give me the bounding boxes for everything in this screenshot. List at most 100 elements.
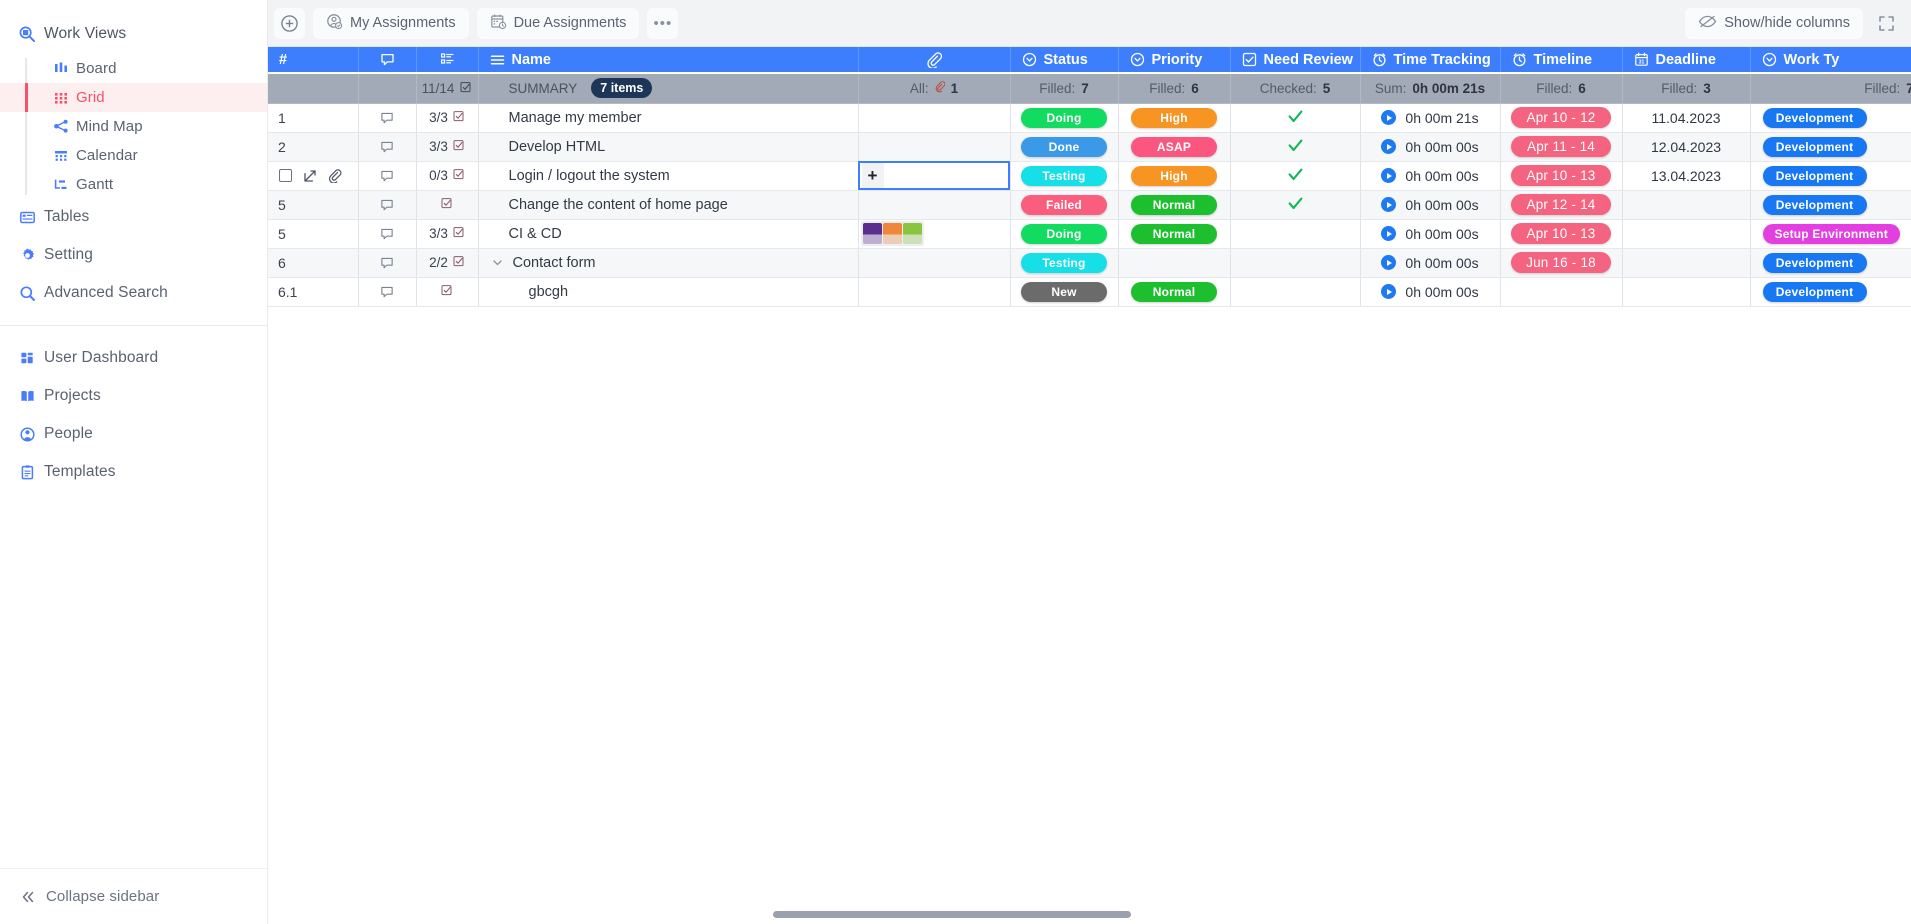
table-row[interactable]: 1 3/3 Manage my member Doing High 0h 00m 21s A… [268, 103, 1911, 133]
cell-time-tracking[interactable]: 0h 00m 00s [1360, 190, 1501, 220]
column-header-attachment[interactable] [858, 47, 1011, 74]
priority-badge[interactable]: High [1131, 107, 1217, 128]
status-badge[interactable]: Testing [1021, 252, 1107, 273]
cell-attachment[interactable] [858, 103, 1011, 133]
cell-name[interactable]: CI & CD [478, 219, 859, 249]
work-type-badge[interactable]: Development [1762, 165, 1867, 186]
start-timer-button[interactable] [1381, 255, 1397, 270]
sidebar-item-tables[interactable]: Tables [0, 199, 267, 235]
cell-status[interactable]: Done [1010, 132, 1119, 162]
cell-time-tracking[interactable]: 0h 00m 00s [1360, 219, 1501, 249]
fullscreen-button[interactable] [1871, 8, 1901, 38]
work-type-badge[interactable]: Development [1762, 281, 1867, 302]
comment-icon[interactable] [380, 198, 394, 212]
table-row[interactable]: 2 3/3 Develop HTML Done ASAP 0h 00m 00s Apr 11… [268, 132, 1911, 162]
cell-timeline[interactable]: Apr 10 - 12 [1500, 103, 1623, 133]
cell-attachment[interactable] [858, 248, 1011, 278]
need-review-check-icon[interactable] [1288, 110, 1303, 126]
priority-badge[interactable]: Normal [1131, 281, 1217, 302]
start-timer-button[interactable] [1381, 284, 1397, 299]
sidebar-item-advanced-search[interactable]: Advanced Search [0, 275, 267, 311]
summary-subtask[interactable]: 11/14 [416, 73, 479, 104]
cell-deadline[interactable] [1622, 277, 1751, 307]
chevron-down-icon[interactable] [491, 256, 504, 269]
cell-status[interactable]: Failed [1010, 190, 1119, 220]
cell-num[interactable]: 2 [268, 132, 359, 162]
cell-time-tracking[interactable]: 0h 00m 00s [1360, 132, 1501, 162]
cell-need-review[interactable] [1230, 190, 1361, 220]
sidebar-item-templates[interactable]: Templates [0, 454, 267, 490]
subtask-progress[interactable]: 2/2 [429, 255, 465, 270]
column-header-need-review[interactable]: Need Review [1230, 47, 1361, 74]
priority-badge[interactable]: High [1131, 165, 1217, 186]
cell-name[interactable]: gbcgh [478, 277, 859, 307]
work-type-badge[interactable]: Development [1762, 252, 1867, 273]
cell-priority[interactable]: ASAP [1118, 132, 1231, 162]
subtask-progress[interactable]: 3/3 [429, 110, 465, 125]
status-badge[interactable]: Doing [1021, 107, 1107, 128]
cell-attachment[interactable] [858, 219, 1011, 249]
column-header-comment[interactable] [358, 47, 417, 74]
priority-badge[interactable]: Normal [1131, 223, 1217, 244]
cell-status[interactable]: Testing [1010, 248, 1119, 278]
cell-num[interactable]: 5 [268, 190, 359, 220]
sidebar-item-setting[interactable]: Setting [0, 237, 267, 273]
subtask-progress[interactable]: 0/3 [429, 168, 465, 183]
column-header-time-tracking[interactable]: Time Tracking [1360, 47, 1501, 74]
cell-subtask[interactable]: 0/3 [416, 161, 479, 191]
cell-comment[interactable] [358, 219, 417, 249]
cell-status[interactable]: Doing [1010, 103, 1119, 133]
cell-comment[interactable] [358, 103, 417, 133]
timeline-badge[interactable]: Apr 10 - 12 [1511, 107, 1611, 128]
start-timer-button[interactable] [1381, 226, 1397, 241]
status-badge[interactable]: Doing [1021, 223, 1107, 244]
cell-name[interactable]: Change the content of home page [478, 190, 859, 220]
comment-icon[interactable] [380, 285, 394, 299]
start-timer-button[interactable] [1381, 139, 1397, 154]
cell-name[interactable]: Contact form [478, 248, 859, 278]
start-timer-button[interactable] [1381, 168, 1397, 183]
show-hide-columns-button[interactable]: Show/hide columns [1685, 7, 1863, 39]
cell-num[interactable]: 1 [268, 103, 359, 133]
work-type-badge[interactable]: Setup Environment [1762, 223, 1900, 244]
my-assignments-button[interactable]: My Assignments [313, 7, 469, 39]
cell-comment[interactable] [358, 248, 417, 278]
cell-timeline[interactable]: Jun 16 - 18 [1500, 248, 1623, 278]
cell-work-type[interactable]: Setup Environment [1750, 219, 1911, 249]
subtask-progress[interactable] [441, 197, 453, 212]
cell-priority[interactable]: Normal [1118, 277, 1231, 307]
cell-deadline[interactable]: 13.04.2023 [1622, 161, 1751, 191]
cell-work-type[interactable]: Development [1750, 277, 1911, 307]
add-attachment-button[interactable]: + [861, 162, 884, 189]
column-header-timeline[interactable]: Timeline [1500, 47, 1623, 74]
comment-icon[interactable] [380, 169, 394, 183]
cell-name[interactable]: Login / logout the system [478, 161, 859, 191]
attachment-thumbnails[interactable] [860, 221, 924, 246]
start-timer-button[interactable] [1381, 197, 1397, 212]
sidebar-item-board[interactable]: Board [0, 54, 267, 83]
open-record-icon[interactable] [303, 169, 317, 183]
add-view-button[interactable] [274, 7, 305, 39]
sidebar-item-mind-map[interactable]: Mind Map [0, 112, 267, 141]
column-header-deadline[interactable]: 31 Deadline [1622, 47, 1751, 74]
cell-num[interactable]: 6 [268, 248, 359, 278]
cell-work-type[interactable]: Development [1750, 132, 1911, 162]
table-row[interactable]: 0/3 Login / logout the system + Testing High… [268, 161, 1911, 191]
status-badge[interactable]: New [1021, 281, 1107, 302]
timeline-badge[interactable]: Apr 10 - 13 [1511, 165, 1611, 186]
comment-icon[interactable] [380, 140, 394, 154]
sidebar-item-gantt[interactable]: Gantt [0, 170, 267, 199]
need-review-check-icon[interactable] [1288, 139, 1303, 155]
cell-need-review[interactable] [1230, 277, 1361, 307]
more-options-button[interactable]: ••• [647, 7, 679, 39]
cell-priority[interactable]: High [1118, 161, 1231, 191]
column-header-priority[interactable]: Priority [1118, 47, 1231, 74]
cell-comment[interactable] [358, 132, 417, 162]
cell-status[interactable]: New [1010, 277, 1119, 307]
subtask-progress[interactable]: 3/3 [429, 139, 465, 154]
cell-attachment[interactable] [858, 190, 1011, 220]
attachment-thumbnail[interactable] [882, 223, 902, 244]
cell-priority[interactable]: High [1118, 103, 1231, 133]
subtask-progress[interactable]: 3/3 [429, 226, 465, 241]
timeline-badge[interactable]: Apr 12 - 14 [1511, 194, 1611, 215]
